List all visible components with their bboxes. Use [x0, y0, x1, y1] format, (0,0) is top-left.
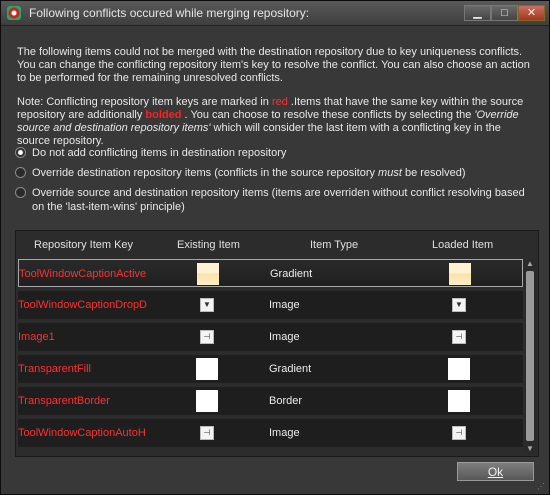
radio-button[interactable] [15, 167, 26, 178]
existing-gradient-swatch [197, 263, 219, 285]
radio-button[interactable] [15, 187, 26, 198]
pin-icon: ⊣ [200, 330, 214, 344]
row-type: Image [269, 299, 300, 311]
grid-scrollbar[interactable]: ▲ ▼ [524, 259, 536, 454]
title-bar[interactable]: Following conflicts occured while mergin… [1, 1, 549, 26]
ok-button[interactable]: Ok [457, 462, 534, 481]
loaded-gradient-swatch [449, 263, 471, 285]
dropdown-arrow-icon: ▼ [452, 298, 466, 312]
scroll-up-icon[interactable]: ▲ [524, 259, 536, 269]
table-row[interactable]: ToolWindowCaptionActive Gradient [18, 259, 523, 287]
row-key[interactable]: ToolWindowCaptionAutoH [18, 427, 168, 439]
option-label: Override source and destination reposito… [32, 187, 525, 213]
row-key[interactable]: ToolWindowCaptionActive [19, 268, 169, 280]
close-button[interactable]: ✕ [518, 5, 545, 21]
table-row[interactable]: ToolWindowCaptionAutoH ⊣ Image ⊣ [18, 419, 523, 447]
row-key[interactable]: TransparentBorder [18, 395, 168, 407]
row-key[interactable]: Image1 [18, 331, 168, 343]
row-key[interactable]: TransparentFill [18, 363, 168, 375]
grid-header: Repository Item Key Existing Item Item T… [16, 231, 538, 259]
row-type: Border [269, 395, 303, 407]
maximize-button[interactable]: □ [491, 5, 518, 21]
table-row[interactable]: Image1 ⊣ Image ⊣ [18, 323, 523, 351]
option-label-part: be resolved) [401, 167, 466, 179]
app-icon [7, 6, 21, 20]
table-row[interactable]: TransparentBorder Border [18, 387, 523, 415]
pin-icon: ⊣ [452, 330, 466, 344]
pin-icon: ⊣ [452, 426, 466, 440]
row-type: Gradient [270, 268, 313, 280]
note-red-word: red [271, 96, 288, 108]
row-type: Image [269, 331, 300, 343]
option-label: Override destination repository items (c… [32, 166, 465, 180]
loaded-white-swatch [448, 390, 470, 412]
column-header-type[interactable]: Item Type [310, 239, 358, 251]
existing-white-swatch [196, 390, 218, 412]
option-label-emphasis: must [378, 167, 402, 179]
note-text: Note: Conflicting repository item keys a… [17, 96, 535, 148]
pin-icon: ⊣ [200, 426, 214, 440]
option-label: Do not add conflicting items in destinat… [32, 147, 287, 159]
loaded-white-swatch [448, 358, 470, 380]
conflicts-grid[interactable]: Repository Item Key Existing Item Item T… [15, 230, 539, 457]
radio-button[interactable] [15, 147, 26, 158]
resize-grip-icon[interactable]: ⋰ [537, 482, 547, 492]
scrollbar-thumb[interactable] [526, 271, 534, 441]
intro-text: The following items could not be merged … [17, 46, 530, 84]
dropdown-arrow-icon: ▼ [200, 298, 214, 312]
column-header-loaded[interactable]: Loaded Item [432, 239, 493, 251]
table-row[interactable]: ToolWindowCaptionDropD ▼ Image ▼ [18, 291, 523, 319]
conflicts-dialog: Following conflicts occured while mergin… [0, 0, 550, 495]
minimize-button[interactable]: ▁ [464, 5, 491, 21]
table-row[interactable]: TransparentFill Gradient [18, 355, 523, 383]
window-title: Following conflicts occured while mergin… [29, 6, 310, 20]
row-type: Image [269, 427, 300, 439]
note-bold-word: bolded [145, 109, 182, 121]
column-header-key[interactable]: Repository Item Key [34, 239, 133, 251]
existing-white-swatch [196, 358, 218, 380]
row-type: Gradient [269, 363, 312, 375]
row-key[interactable]: ToolWindowCaptionDropD [18, 299, 168, 311]
option-do-not-add[interactable]: Do not add conflicting items in destinat… [15, 146, 286, 160]
option-override-destination[interactable]: Override destination repository items (c… [15, 166, 465, 180]
scroll-down-icon[interactable]: ▼ [524, 444, 536, 454]
note-part: . You can choose to resolve these confli… [181, 109, 475, 121]
option-override-source-and-destination[interactable]: Override source and destination reposito… [15, 186, 525, 214]
option-label-part: Override destination repository items (c… [32, 167, 379, 179]
note-part: Note: Conflicting repository item keys a… [17, 96, 272, 108]
column-header-existing[interactable]: Existing Item [177, 239, 240, 251]
